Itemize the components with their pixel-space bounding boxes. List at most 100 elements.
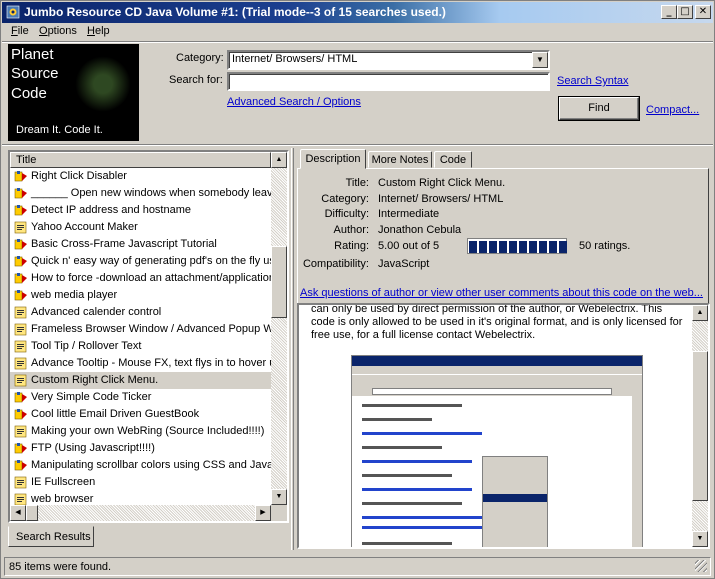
list-item-title: web browser [31, 493, 94, 505]
list-item[interactable]: FTP (Using Javascript!!!!) [10, 440, 271, 457]
scroll-up-icon[interactable]: ▲ [271, 152, 287, 168]
rating-segment [479, 241, 487, 253]
script-icon [14, 425, 27, 438]
list-item-title: Advance Tooltip - Mouse FX, text flys in… [31, 357, 271, 369]
preview-screenshot-menubar [352, 366, 642, 374]
tab-search-results[interactable]: Search Results [8, 526, 94, 547]
minimize-button[interactable]: _ [661, 5, 677, 19]
tab-description[interactable]: Description [300, 149, 366, 169]
list-item-title: Basic Cross-Frame Javascript Tutorial [31, 238, 217, 250]
tab-more-notes[interactable]: More Notes [368, 151, 432, 168]
scroll-left-icon[interactable]: ◀ [10, 505, 26, 521]
maximize-button[interactable]: □ [677, 5, 693, 19]
list-item[interactable]: Cool little Email Driven GuestBook [10, 406, 271, 423]
preview-text-line [362, 502, 462, 505]
compact-link[interactable]: Compact... [646, 104, 699, 116]
status-bar: 85 items were found. [4, 557, 711, 576]
list-item[interactable]: web media player [10, 287, 271, 304]
detail-author-value: Jonathon Cebula [378, 224, 462, 236]
advanced-search-link[interactable]: Advanced Search / Options [227, 96, 361, 108]
rating-segment [539, 241, 547, 253]
detail-compat-value: JavaScript [378, 258, 430, 270]
preview-screenshot-address [352, 387, 642, 396]
script-icon [14, 476, 27, 489]
list-item[interactable]: Advance Tooltip - Mouse FX, text flys in… [10, 355, 271, 372]
results-list[interactable]: Title Right Click Disabler ______ Open ne… [8, 150, 289, 523]
script-icon [14, 306, 27, 319]
preview-text-line [362, 418, 432, 421]
detail-difficulty-value: Intermediate [378, 208, 440, 220]
preview-vscroll[interactable]: ▲ ▼ [692, 305, 708, 547]
close-button[interactable]: ✕ [695, 5, 711, 19]
preview-text-line [362, 474, 452, 477]
detail-category-value: Internet/ Browsers/ HTML [378, 193, 504, 205]
script-icon [14, 221, 27, 234]
ask-author-link[interactable]: Ask questions of author or view other us… [300, 287, 703, 299]
detail-title-label: Title: [345, 177, 369, 189]
results-scroll-thumb[interactable] [271, 246, 287, 318]
results-rows: Right Click Disabler ______ Open new wind… [10, 168, 271, 508]
logo-line-3: Code [11, 85, 47, 102]
results-hscroll[interactable]: ◀ ▶ [10, 505, 271, 521]
list-item[interactable]: Right Click Disabler [10, 168, 271, 185]
category-select[interactable]: Internet/ Browsers/ HTML ▼ [227, 50, 550, 70]
menu-separator [2, 41, 713, 43]
app-icon [6, 5, 20, 19]
menu-help[interactable]: Help [87, 25, 110, 37]
list-item-title: Advanced calender control [31, 306, 162, 318]
list-item-title: Custom Right Click Menu. [31, 374, 159, 386]
script-icon [14, 374, 27, 387]
list-item-title: Very Simple Code Ticker [31, 391, 152, 403]
resize-grip-icon[interactable] [695, 560, 707, 572]
list-item[interactable]: Advanced calender control [10, 304, 271, 321]
list-item[interactable]: ______ Open new windows when somebody le… [10, 185, 271, 202]
preview-scroll-up-icon[interactable]: ▲ [692, 305, 708, 321]
list-item-title: Cool little Email Driven GuestBook [31, 408, 200, 420]
list-item[interactable]: Tool Tip / Rollover Text [10, 338, 271, 355]
list-item[interactable]: Quick n' easy way of generating pdf's on… [10, 253, 271, 270]
rating-segment [559, 241, 567, 253]
list-item-title: Making your own WebRing (Source Included… [31, 425, 265, 437]
javascript-icon [14, 392, 27, 403]
list-item[interactable]: Detect IP address and hostname [10, 202, 271, 219]
preview-scroll-down-icon[interactable]: ▼ [692, 531, 708, 547]
preview-screenshot-titlebar [352, 356, 642, 366]
list-item[interactable]: Basic Cross-Frame Javascript Tutorial [10, 236, 271, 253]
chevron-down-icon[interactable]: ▼ [532, 52, 548, 68]
find-button[interactable]: Find [558, 96, 640, 121]
list-item[interactable]: Yahoo Account Maker [10, 219, 271, 236]
list-item-title: Detect IP address and hostname [31, 204, 192, 216]
list-item[interactable]: Making your own WebRing (Source Included… [10, 423, 271, 440]
planet-source-code-logo: Planet Source Code Dream It. Code It. [8, 44, 139, 141]
menu-bar: File Options Help [2, 23, 713, 41]
column-header-title[interactable]: Title [10, 152, 271, 168]
detail-category-label: Category: [321, 193, 369, 205]
list-item[interactable]: Frameless Browser Window / Advanced Popu… [10, 321, 271, 338]
title-bar[interactable]: Jumbo Resource CD Java Volume #1: (Trial… [2, 2, 713, 23]
list-item[interactable]: Custom Right Click Menu. [10, 372, 271, 389]
list-item-title: How to force -download an attachment/app… [31, 272, 271, 284]
preview-text-line [362, 404, 462, 407]
javascript-icon [14, 188, 27, 199]
detail-rating-value: 5.00 out of 5 [378, 240, 440, 252]
preview-text-line [362, 488, 472, 491]
scroll-down-icon[interactable]: ▼ [271, 489, 287, 505]
preview-scroll-thumb[interactable] [692, 351, 708, 501]
list-item[interactable]: Manipulating scrollbar colors using CSS … [10, 457, 271, 474]
menu-file[interactable]: File [11, 25, 29, 37]
results-hscroll-thumb[interactable] [26, 505, 38, 521]
preview-screenshot-context-menu [482, 456, 548, 547]
preview-text-line [362, 516, 482, 519]
search-syntax-link[interactable]: Search Syntax [557, 75, 629, 87]
code-preview[interactable]: can only be used by direct permission of… [297, 303, 710, 549]
tab-code[interactable]: Code [434, 151, 472, 168]
scroll-right-icon[interactable]: ▶ [255, 505, 271, 521]
list-item[interactable]: IE Fullscreen [10, 474, 271, 491]
list-item[interactable]: Very Simple Code Ticker [10, 389, 271, 406]
javascript-icon [14, 409, 27, 420]
preview-text: can only be used by direct permission of… [311, 303, 683, 341]
search-input[interactable] [227, 72, 550, 91]
menu-options[interactable]: Options [39, 25, 77, 37]
preview-screenshot [351, 355, 643, 547]
list-item[interactable]: How to force -download an attachment/app… [10, 270, 271, 287]
